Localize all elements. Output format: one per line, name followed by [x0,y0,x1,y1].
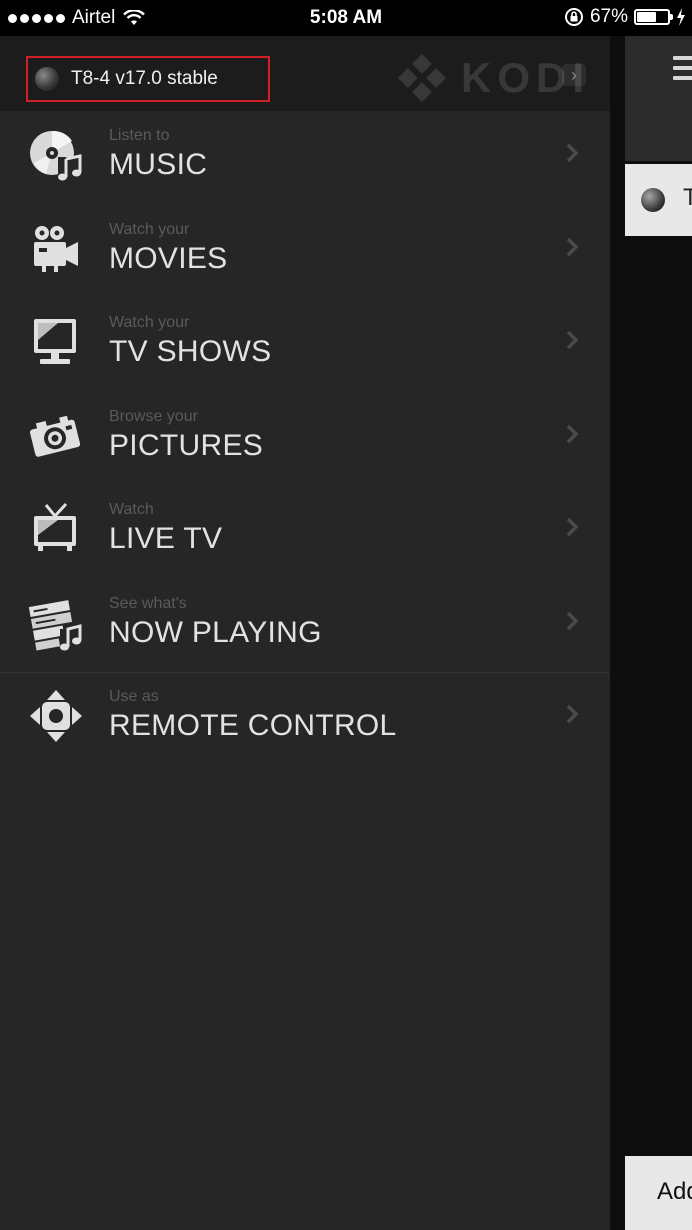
add-host-label: Add [657,1178,692,1205]
menu-item-title: MUSIC [109,148,208,181]
menu-item-title: NOW PLAYING [109,615,322,649]
navigation-drawer: KODI T8-4 v17.0 stable › Listen to MUSIC… [0,36,610,1230]
chevron-right-icon [566,237,579,256]
host-name: T8-4 v17.0 stable [71,68,218,89]
music-disc-icon [30,130,82,181]
main-toolbar [625,36,692,161]
host-status-icon [35,67,59,91]
menu-item-live-tv[interactable]: Watch LIVE TV [0,485,610,579]
photo-camera-icon [29,415,81,457]
chevron-right-icon [566,424,579,443]
monitor-icon [34,319,76,364]
status-right-group: 67% [564,6,686,28]
chevron-right-icon [566,143,579,163]
menu-item-pictures[interactable]: Browse your PICTURES [0,392,610,486]
chevron-right-icon [566,704,579,724]
host-card[interactable]: T [625,164,692,236]
drawer-header: KODI T8-4 v17.0 stable › [0,36,610,111]
chevron-right-icon[interactable]: › [562,64,586,86]
host-status-icon [641,188,665,212]
battery-icon [634,9,673,25]
main-content-panel: T Add [610,36,692,1230]
chevron-right-icon [566,611,579,630]
menu-item-music[interactable]: Listen to MUSIC [0,111,610,205]
menu-list: Listen to MUSIC Watch your MOVIES Watch … [0,111,610,766]
menu-item-title: PICTURES [109,428,264,462]
battery-fill [637,12,656,22]
menu-item-title: TV SHOWS [109,335,272,368]
host-card-label: T [683,184,692,211]
menu-item-title: MOVIES [109,241,228,275]
remote-dpad-icon [30,690,82,742]
orientation-lock-icon [564,8,583,26]
charging-icon [677,8,685,26]
menu-item-tv-shows[interactable]: Watch your TV SHOWS [0,298,610,392]
screen: Airtel 5:08 AM 67% T Ad KODI T8-4 v17.0 … [0,0,692,1230]
menu-item-subtitle: Browse your [109,407,198,425]
menu-item-subtitle: Watch [109,501,154,518]
menu-item-title: LIVE TV [109,522,223,555]
add-host-bar[interactable]: Add [625,1156,692,1230]
menu-item-movies[interactable]: Watch your MOVIES [0,205,610,299]
kodi-logo-icon [397,53,447,103]
battery-percent: 67% [589,6,628,27]
hamburger-menu-icon[interactable] [673,56,692,86]
chevron-right-icon [566,330,579,350]
host-selector[interactable]: T8-4 v17.0 stable [26,56,270,102]
menu-item-subtitle: Watch your [109,314,190,331]
status-bar: Airtel 5:08 AM 67% [0,0,692,36]
menu-item-subtitle: See what's [109,594,187,612]
menu-item-subtitle: Use as [109,688,159,705]
movie-camera-icon [34,225,78,272]
menu-item-subtitle: Listen to [109,127,170,144]
chevron-right-icon [566,517,579,537]
menu-item-subtitle: Watch your [109,220,190,238]
menu-item-now-playing[interactable]: See what's NOW PLAYING [0,579,610,673]
menu-item-title: REMOTE CONTROL [109,709,397,742]
menu-item-remote-control[interactable]: Use as REMOTE CONTROL [0,672,610,766]
now-playing-icon [28,599,82,651]
tv-antenna-icon [34,502,76,551]
